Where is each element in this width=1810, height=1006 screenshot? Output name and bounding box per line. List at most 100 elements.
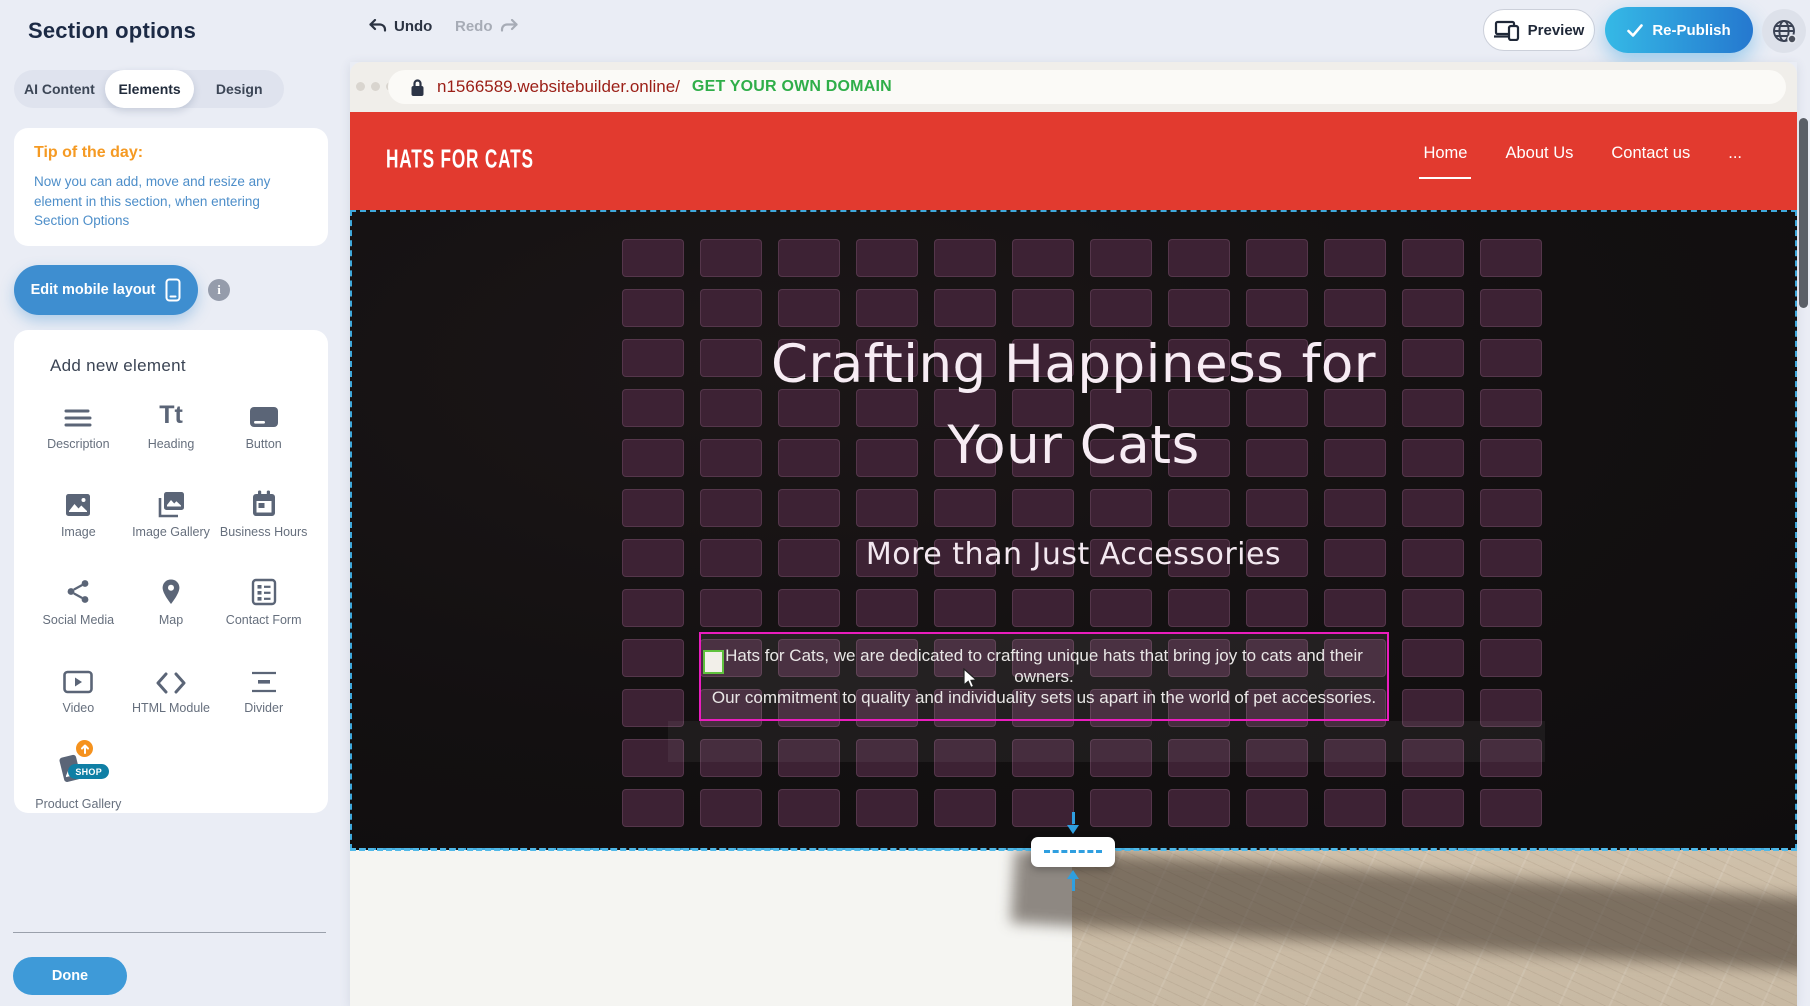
- language-globe-button[interactable]: [1762, 9, 1806, 53]
- hero-section[interactable]: Crafting Happiness for Your Cats More th…: [350, 210, 1797, 850]
- hero-tile: [1090, 489, 1152, 527]
- info-icon[interactable]: i: [208, 279, 230, 301]
- hero-tile: [1480, 589, 1542, 627]
- undo-icon: [368, 19, 387, 35]
- hero-tile: [934, 489, 996, 527]
- hero-tile: [1402, 589, 1464, 627]
- element-button[interactable]: Button: [217, 396, 310, 468]
- map-pin-icon: [157, 572, 185, 606]
- tip-title: Tip of the day:: [34, 144, 308, 162]
- image-gallery-icon: [156, 484, 186, 518]
- check-icon: [1627, 24, 1643, 37]
- site-logo[interactable]: HATS FOR CATS: [386, 145, 534, 175]
- top-bar: Section options Undo Redo Preview Re-Pub…: [0, 0, 1810, 62]
- preview-label: Preview: [1528, 22, 1585, 39]
- hero-tile: [1324, 789, 1386, 827]
- hero-tile: [1480, 239, 1542, 277]
- hero-tile: [778, 589, 840, 627]
- hero-tile: [1246, 589, 1308, 627]
- business-hours-icon: [250, 484, 278, 518]
- site-nav: Home About Us Contact us ...: [1423, 144, 1742, 171]
- hero-tile: [1168, 789, 1230, 827]
- globe-icon: [1771, 18, 1798, 45]
- element-product-gallery[interactable]: SHOP Product Gallery: [32, 748, 125, 820]
- selected-text-element[interactable]: Hats for Cats, we are dedicated to craft…: [699, 632, 1389, 721]
- element-heading[interactable]: Tt Heading: [125, 396, 218, 468]
- get-domain-link[interactable]: GET YOUR OWN DOMAIN: [692, 78, 892, 96]
- element-social-media[interactable]: Social Media: [32, 572, 125, 644]
- handle-dash-line: [1044, 850, 1102, 853]
- hero-tile: [700, 239, 762, 277]
- page-title: Section options: [28, 18, 196, 44]
- nav-more[interactable]: ...: [1728, 144, 1742, 171]
- element-business-hours[interactable]: Business Hours: [217, 484, 310, 556]
- element-grid: Description Tt Heading Button Ima: [32, 396, 310, 820]
- undo-label: Undo: [394, 18, 432, 35]
- element-html-module[interactable]: HTML Module: [125, 660, 218, 732]
- hero-tile: [700, 489, 762, 527]
- done-button[interactable]: Done: [13, 957, 127, 995]
- undo-button[interactable]: Undo: [368, 18, 432, 35]
- nav-contact-us[interactable]: Contact us: [1611, 144, 1690, 171]
- hero-tile: [622, 639, 684, 677]
- hero-tile: [1090, 589, 1152, 627]
- contact-form-icon: [250, 572, 278, 606]
- sidebar-divider: [13, 932, 326, 933]
- hero-tile: [1168, 289, 1230, 327]
- nav-about-us[interactable]: About Us: [1505, 144, 1573, 171]
- shop-badge: SHOP: [68, 764, 109, 779]
- tab-design[interactable]: Design: [194, 70, 284, 108]
- tab-elements[interactable]: Elements: [105, 70, 195, 108]
- element-image[interactable]: Image: [32, 484, 125, 556]
- code-icon: [156, 660, 186, 694]
- redo-label: Redo: [455, 18, 493, 35]
- site-header: HATS FOR CATS Home About Us Contact us .…: [350, 112, 1797, 210]
- hero-tile: [1168, 239, 1230, 277]
- hero-tile: [1402, 489, 1464, 527]
- element-contact-form[interactable]: Contact Form: [217, 572, 310, 644]
- preview-button[interactable]: Preview: [1483, 9, 1595, 51]
- hero-tile: [1480, 289, 1542, 327]
- vertical-scrollbar[interactable]: [1799, 118, 1808, 308]
- hero-tile: [700, 289, 762, 327]
- republish-label: Re-Publish: [1652, 22, 1730, 39]
- hero-tile: [1012, 289, 1074, 327]
- hero-tile: [1402, 239, 1464, 277]
- element-video[interactable]: Video: [32, 660, 125, 732]
- hero-tile: [1012, 489, 1074, 527]
- section-resize-handle[interactable]: [1031, 837, 1115, 867]
- hero-tile: [934, 789, 996, 827]
- hero-tile: [778, 789, 840, 827]
- hero-tile: [1402, 639, 1464, 677]
- edit-mobile-layout-button[interactable]: Edit mobile layout: [14, 265, 198, 315]
- redo-button[interactable]: Redo: [455, 18, 519, 35]
- tab-ai-content[interactable]: AI Content: [14, 70, 105, 108]
- address-bar[interactable]: n1566589.websitebuilder.online/ GET YOUR…: [388, 70, 1786, 104]
- element-divider[interactable]: Divider: [217, 660, 310, 732]
- sidebar: AI Content Elements Design Tip of the da…: [0, 62, 340, 1006]
- hero-heading[interactable]: Crafting Happiness for Your Cats: [350, 324, 1797, 486]
- image-icon: [64, 484, 92, 518]
- hero-tile: [1246, 489, 1308, 527]
- hero-tile: [1246, 289, 1308, 327]
- redo-icon: [500, 19, 519, 35]
- hero-tile: [934, 289, 996, 327]
- lock-icon: [410, 78, 425, 97]
- site-url[interactable]: n1566589.websitebuilder.online/: [437, 77, 680, 97]
- resize-handle[interactable]: [703, 650, 724, 674]
- hero-tile: [622, 239, 684, 277]
- hero-tile: [778, 239, 840, 277]
- republish-button[interactable]: Re-Publish: [1605, 7, 1753, 53]
- element-image-gallery[interactable]: Image Gallery: [125, 484, 218, 556]
- hero-subheading[interactable]: More than Just Accessories: [350, 537, 1797, 572]
- nav-home[interactable]: Home: [1423, 144, 1467, 171]
- hero-tile: [1168, 589, 1230, 627]
- element-description[interactable]: Description: [32, 396, 125, 468]
- app-root: Section options Undo Redo Preview Re-Pub…: [0, 0, 1810, 1006]
- hero-tile: [1168, 489, 1230, 527]
- hero-tile: [1090, 789, 1152, 827]
- heading-icon: Tt: [159, 396, 183, 430]
- browser-chrome-bar: n1566589.websitebuilder.online/ GET YOUR…: [350, 62, 1797, 112]
- hero-body-line1: Hats for Cats, we are dedicated to craft…: [701, 645, 1387, 687]
- element-map[interactable]: Map: [125, 572, 218, 644]
